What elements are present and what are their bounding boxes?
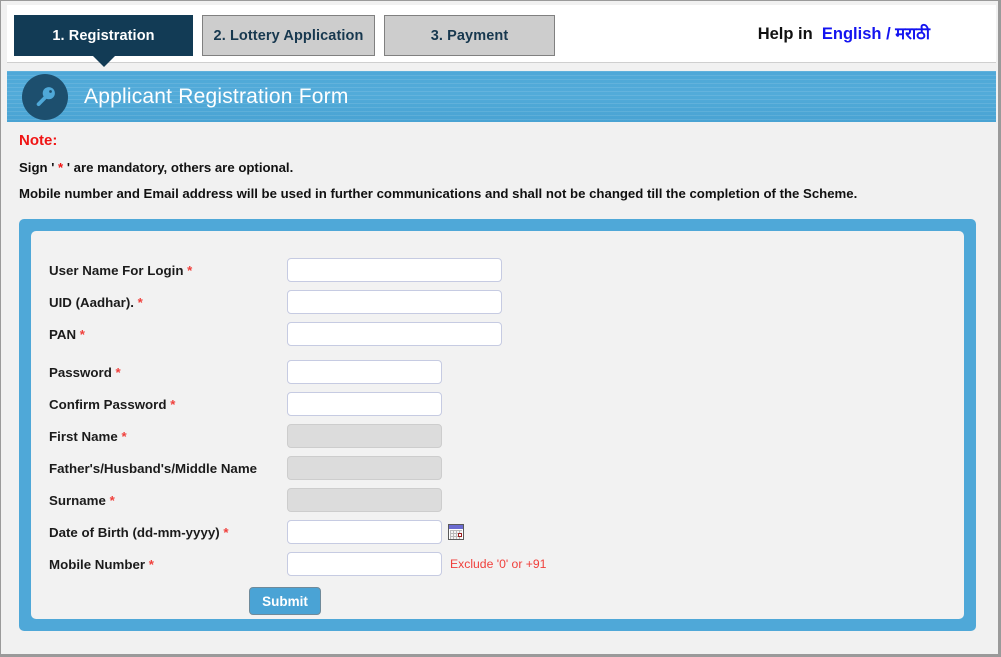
help-in-label: Help in xyxy=(757,25,813,43)
required-marker: * xyxy=(187,262,193,278)
label-mobile-number-text: Mobile Number xyxy=(49,556,146,572)
required-marker: * xyxy=(137,294,143,310)
label-first-name-text: First Name xyxy=(49,428,118,444)
required-marker: * xyxy=(115,364,121,380)
tab-lottery-application[interactable]: 2. Lottery Application xyxy=(202,15,375,56)
form-row-surname: Surname * xyxy=(49,487,949,513)
registration-form-frame: User Name For Login * UID (Aadhar). * PA… xyxy=(19,219,976,631)
form-row-pan: PAN * xyxy=(49,321,949,347)
page-title: Applicant Registration Form xyxy=(84,84,349,108)
note-line1-suffix: ' are mandatory, others are optional. xyxy=(63,160,294,175)
form-row-mobile-number: Mobile Number * Exclude '0' or +91 xyxy=(49,551,949,577)
tab-list: 1. Registration 2. Lottery Application 3… xyxy=(14,15,555,67)
note-block: Note: Sign ' * ' are mandatory, others a… xyxy=(19,132,969,212)
key-icon xyxy=(22,74,68,120)
pan-input[interactable] xyxy=(287,322,502,346)
surname-input[interactable] xyxy=(287,488,442,512)
note-line-mobile-email: Mobile number and Email address will be … xyxy=(19,186,858,201)
label-username-text: User Name For Login xyxy=(49,262,184,278)
required-marker: * xyxy=(148,556,154,572)
form-row-middle-name: Father's/Husband's/Middle Name xyxy=(49,455,949,481)
label-mobile-number: Mobile Number * xyxy=(49,557,287,572)
required-marker: * xyxy=(121,428,127,444)
calendar-icon-header xyxy=(449,525,463,529)
required-marker: * xyxy=(79,326,85,342)
tab-lottery-application-label: 2. Lottery Application xyxy=(213,27,364,44)
first-name-input[interactable] xyxy=(287,424,442,448)
form-row-uid: UID (Aadhar). * xyxy=(49,289,949,315)
password-input[interactable] xyxy=(287,360,442,384)
label-username: User Name For Login * xyxy=(49,263,287,278)
label-first-name: First Name * xyxy=(49,429,287,444)
tab-registration-label: 1. Registration xyxy=(52,27,155,44)
note-heading: Note: xyxy=(19,132,58,149)
form-row-password: Password * xyxy=(49,359,949,385)
label-pan-text: PAN xyxy=(49,326,77,342)
calendar-icon-today-marker xyxy=(458,533,462,537)
help-language-switch: Help in English / मराठी xyxy=(758,21,930,44)
tab-registration[interactable]: 1. Registration xyxy=(14,15,193,67)
submit-button[interactable]: Submit xyxy=(249,587,321,615)
label-date-of-birth-text: Date of Birth (dd-mm-yyyy) xyxy=(49,524,220,540)
label-password: Password * xyxy=(49,365,287,380)
form-title-banner: Applicant Registration Form xyxy=(7,71,996,122)
required-marker: * xyxy=(109,492,115,508)
tab-payment-label: 3. Payment xyxy=(430,27,509,44)
label-surname-text: Surname xyxy=(49,492,106,508)
confirm-password-input[interactable] xyxy=(287,392,442,416)
label-uid: UID (Aadhar). * xyxy=(49,295,287,310)
date-of-birth-input[interactable] xyxy=(287,520,442,544)
language-link-marathi[interactable]: मराठी xyxy=(895,25,930,43)
form-row-first-name: First Name * xyxy=(49,423,949,449)
note-line-mandatory: Sign ' * ' are mandatory, others are opt… xyxy=(19,160,969,175)
label-uid-text: UID (Aadhar). xyxy=(49,294,134,310)
middle-name-input[interactable] xyxy=(287,456,442,480)
uid-aadhar-input[interactable] xyxy=(287,290,502,314)
mobile-number-input[interactable] xyxy=(287,552,442,576)
wizard-tab-bar: 1. Registration 2. Lottery Application 3… xyxy=(7,5,996,67)
form-row-username: User Name For Login * xyxy=(49,257,949,283)
required-marker: * xyxy=(170,396,176,412)
label-pan: PAN * xyxy=(49,327,287,342)
form-row-date-of-birth: Date of Birth (dd-mm-yyyy) * xyxy=(49,519,949,545)
registration-form-panel: User Name For Login * UID (Aadhar). * PA… xyxy=(31,231,964,619)
label-middle-name: Father's/Husband's/Middle Name xyxy=(49,460,258,476)
username-input[interactable] xyxy=(287,258,502,282)
label-confirm-password: Confirm Password * xyxy=(49,397,287,412)
registration-page: 1. Registration 2. Lottery Application 3… xyxy=(0,0,1001,657)
active-tab-pointer-icon xyxy=(92,56,115,67)
label-password-text: Password xyxy=(49,364,112,380)
label-confirm-password-text: Confirm Password xyxy=(49,396,167,412)
tab-payment[interactable]: 3. Payment xyxy=(384,15,555,56)
required-marker: * xyxy=(223,524,229,540)
calendar-icon[interactable] xyxy=(448,524,464,540)
label-surname: Surname * xyxy=(49,493,287,508)
mobile-number-hint: Exclude '0' or +91 xyxy=(450,557,547,571)
form-row-confirm-password: Confirm Password * xyxy=(49,391,949,417)
language-separator: / xyxy=(886,25,891,43)
note-line1-prefix: Sign ' xyxy=(19,160,59,175)
language-link-english[interactable]: English xyxy=(822,25,882,43)
label-date-of-birth: Date of Birth (dd-mm-yyyy) * xyxy=(49,525,287,540)
